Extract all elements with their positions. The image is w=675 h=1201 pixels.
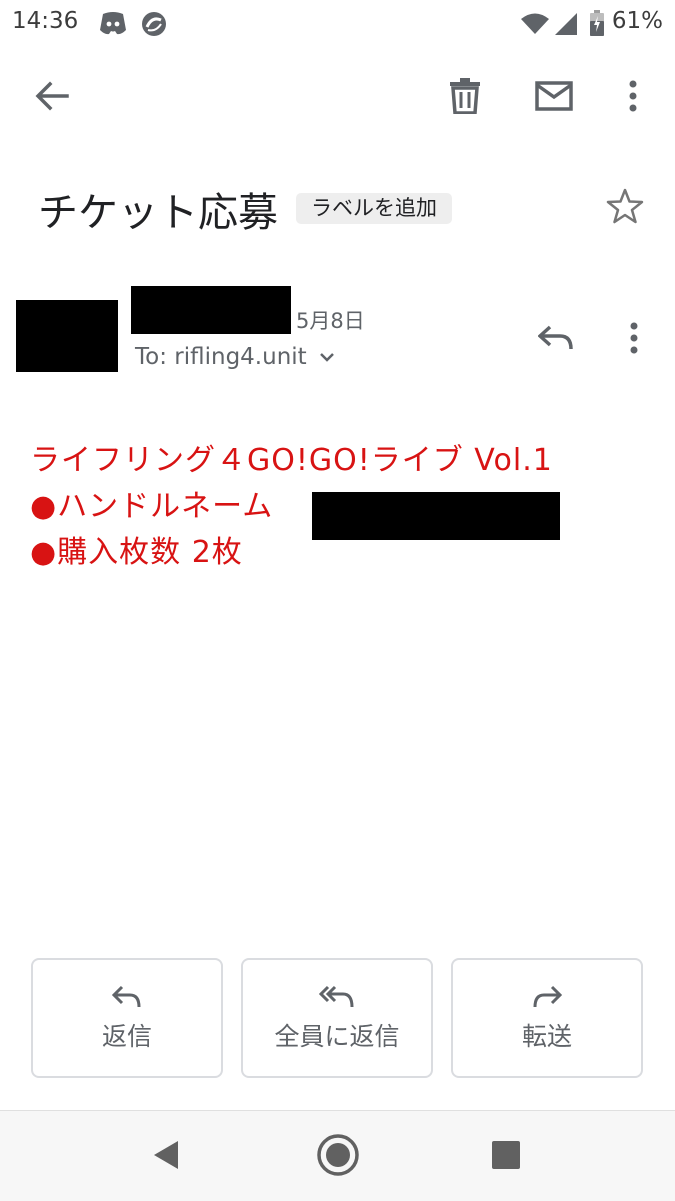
status-bar: 14:36 61%: [0, 0, 675, 48]
email-date: 5月8日: [296, 309, 365, 333]
nav-home-icon: [316, 1133, 360, 1181]
signal-icon: [554, 12, 578, 40]
mark-unread-button[interactable]: [524, 68, 584, 128]
reply-label: 返信: [101, 1022, 152, 1051]
forward-action-button[interactable]: 転送: [451, 958, 643, 1078]
reply-all-action-button[interactable]: 全員に返信: [241, 958, 433, 1078]
wifi-icon: [520, 12, 550, 40]
recipient-details[interactable]: To: rifling4.unit: [135, 344, 335, 370]
star-icon: [606, 188, 644, 228]
more-vert-icon: [629, 80, 637, 116]
nav-back-button[interactable]: [138, 1129, 194, 1185]
reply-icon: [112, 983, 142, 1011]
email-toolbar: [0, 56, 675, 140]
recipient-text: To: rifling4.unit: [135, 344, 307, 370]
nav-home-button[interactable]: [310, 1129, 366, 1185]
battery-icon: [590, 10, 604, 40]
sender-name-redacted: [131, 286, 291, 334]
sender-avatar[interactable]: [16, 300, 118, 372]
reply-action-button[interactable]: 返信: [31, 958, 223, 1078]
handle-name-redacted: [312, 492, 560, 540]
discord-icon: [98, 10, 128, 40]
email-subject: チケット応募: [38, 190, 278, 236]
status-time: 14:36: [12, 8, 79, 34]
back-arrow-icon: [35, 81, 69, 115]
mail-icon: [535, 81, 573, 115]
nav-recents-icon: [491, 1140, 521, 1174]
trash-icon: [449, 78, 481, 118]
delete-button[interactable]: [435, 68, 495, 128]
nav-back-icon: [152, 1139, 180, 1175]
star-button[interactable]: [601, 184, 649, 232]
more-vert-icon: [630, 322, 638, 358]
add-label-button[interactable]: ラベルを追加: [296, 193, 452, 224]
forward-label: 転送: [521, 1022, 572, 1051]
forward-icon: [532, 983, 562, 1011]
more-options-button[interactable]: [603, 68, 663, 128]
reply-all-label: 全員に返信: [274, 1022, 400, 1051]
message-more-button[interactable]: [606, 312, 662, 368]
battery-percentage: 61%: [611, 8, 663, 34]
reply-icon: [537, 325, 574, 355]
back-button[interactable]: [22, 68, 82, 128]
reply-all-icon: [319, 983, 355, 1011]
body-line-event: ライフリング４GO!GO!ライブ Vol.1: [30, 443, 553, 478]
subject-row: チケット応募 ラベルを追加: [38, 180, 655, 240]
chevron-down-icon: [319, 352, 335, 362]
reply-button[interactable]: [528, 312, 584, 368]
nav-recents-button[interactable]: [478, 1129, 534, 1185]
navigation-bar: [0, 1110, 675, 1201]
sync-icon: [140, 10, 168, 42]
